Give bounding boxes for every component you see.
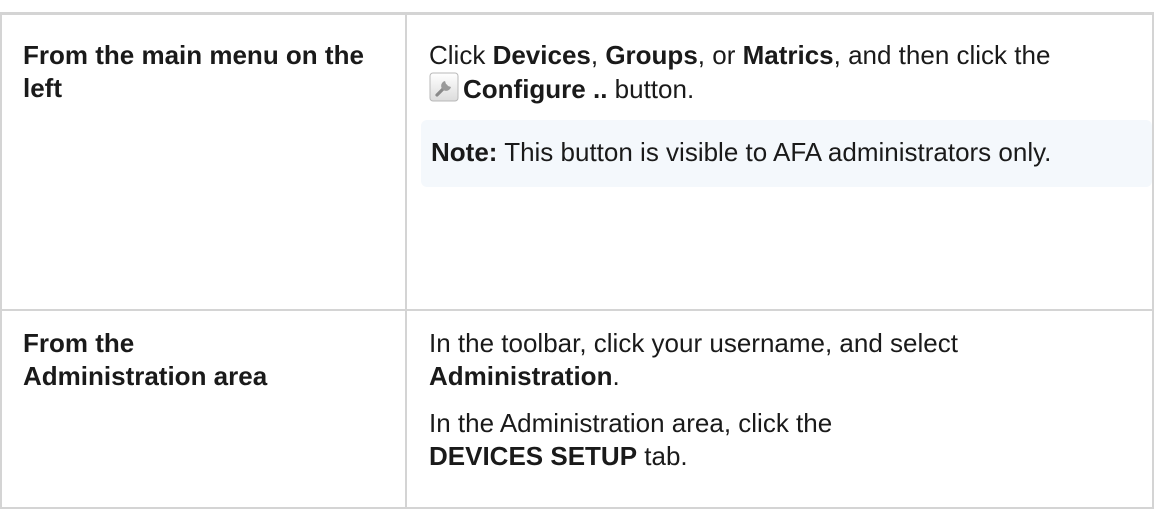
step-text: .: [612, 361, 620, 391]
menu-item-groups: Groups: [605, 40, 698, 70]
document-page: From the main menu on the left Click Dev…: [0, 0, 1154, 509]
step-text: Click: [429, 40, 493, 70]
menu-item-devices: Devices: [492, 40, 591, 70]
step-text: button.: [607, 74, 695, 104]
table-row: From the main menu on the left Click Dev…: [0, 12, 1154, 311]
note-box: Note: This button is visible to AFA admi…: [421, 120, 1152, 187]
steps-cell: Click Devices, Groups, or Matrics, and t…: [405, 12, 1154, 311]
configure-button-instruction: Configure .. button.: [429, 72, 1152, 106]
step-text: , and then click the: [833, 40, 1051, 70]
administration-item: Administration: [429, 361, 613, 391]
access-methods-table: From the main menu on the left Click Dev…: [0, 12, 1154, 509]
step-text: In the Administration area, click the: [429, 408, 833, 438]
wrench-icon: [429, 72, 459, 102]
location-cell: From the Administration area: [0, 309, 407, 509]
location-cell: From the main menu on the left: [0, 12, 407, 311]
note-text: Note: This button is visible to AFA admi…: [431, 136, 1140, 169]
step-instruction: In the Administration area, click the DE…: [429, 407, 1152, 473]
step-instruction: In the toolbar, click your username, and…: [429, 327, 1152, 393]
note-label: Note:: [431, 137, 498, 167]
location-text: From the main menu on the left: [23, 40, 364, 103]
location-line: Administration area: [23, 361, 268, 391]
configure-button-label: Configure ..: [463, 74, 608, 104]
devices-setup-tab: DEVICES SETUP: [429, 441, 638, 471]
location-line: From the: [23, 328, 135, 358]
menu-item-matrics: Matrics: [742, 40, 834, 70]
step-text: tab.: [637, 441, 688, 471]
table-row: From the Administration area In the toolb…: [0, 309, 1154, 509]
step-text: , or: [697, 40, 743, 70]
note-body: This button is visible to AFA administra…: [497, 137, 1052, 167]
step-text: ,: [590, 40, 606, 70]
location-text: From the Administration area: [23, 327, 387, 393]
steps-cell: In the toolbar, click your username, and…: [405, 309, 1154, 509]
step-text: In the toolbar, click your username, and…: [429, 328, 958, 358]
step-instruction: Click Devices, Groups, or Matrics, and t…: [429, 39, 1152, 72]
